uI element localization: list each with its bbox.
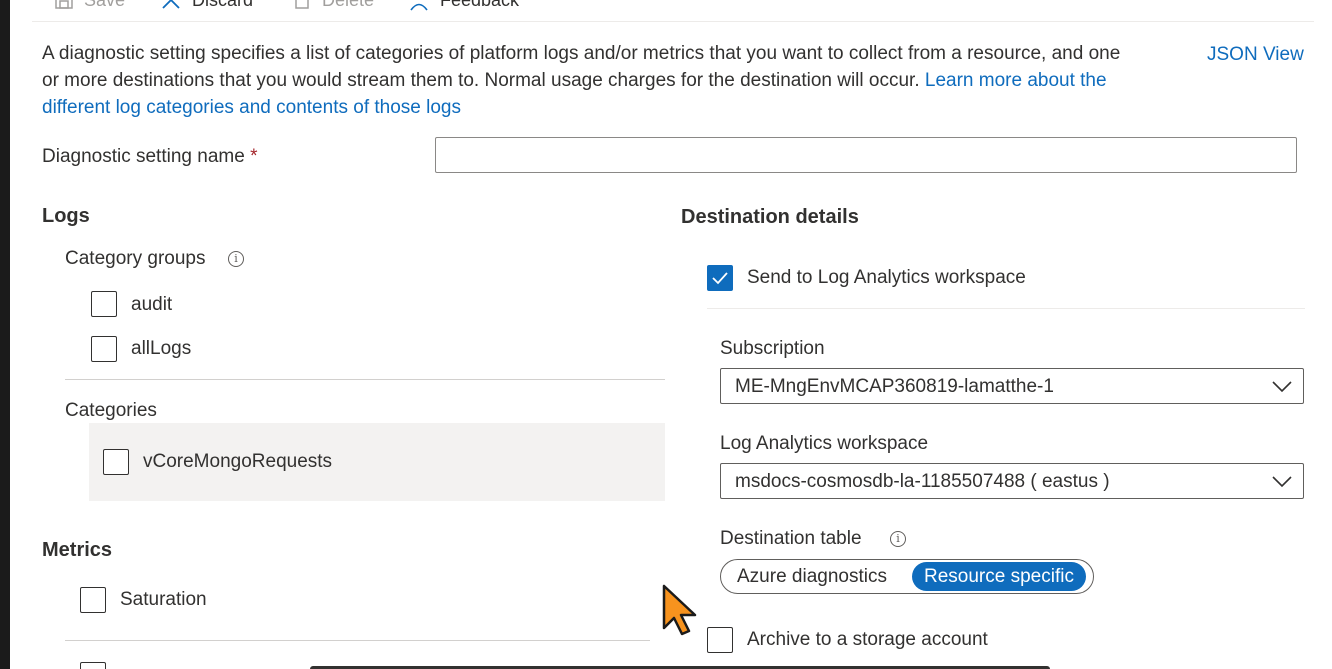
saturation-checkbox[interactable] bbox=[80, 587, 106, 613]
workspace-dropdown[interactable]: msdocs-cosmosdb-la-1185507488 ( eastus ) bbox=[720, 463, 1304, 499]
discard-button[interactable]: Discard bbox=[160, 0, 253, 12]
mouse-cursor-icon bbox=[662, 584, 697, 636]
subscription-label: Subscription bbox=[720, 338, 825, 359]
vcoremongorequests-checkbox[interactable] bbox=[103, 449, 129, 475]
metrics-divider bbox=[65, 640, 650, 641]
logs-divider bbox=[65, 379, 665, 380]
azure-diagnostics-option[interactable]: Azure diagnostics bbox=[725, 562, 899, 591]
setting-name-label-text: Diagnostic setting name bbox=[42, 146, 245, 167]
alllogs-checkbox[interactable] bbox=[91, 336, 117, 362]
log-analytics-label: Send to Log Analytics workspace bbox=[747, 267, 1026, 288]
log-analytics-checkbox[interactable] bbox=[707, 265, 733, 291]
workspace-label: Log Analytics workspace bbox=[720, 433, 929, 454]
subscription-value: ME-MngEnvMCAP360819-lamatthe-1 bbox=[735, 376, 1054, 397]
next-metric-checkbox[interactable] bbox=[80, 662, 106, 669]
required-asterisk: * bbox=[250, 146, 258, 167]
json-view-link[interactable]: JSON View bbox=[1207, 44, 1304, 66]
saturation-label: Saturation bbox=[120, 589, 207, 610]
setting-name-input[interactable] bbox=[435, 137, 1297, 173]
workspace-value: msdocs-cosmosdb-la-1185507488 ( eastus ) bbox=[735, 471, 1110, 492]
logs-heading: Logs bbox=[42, 205, 90, 227]
category-row[interactable]: vCoreMongoRequests bbox=[89, 423, 665, 501]
archive-storage-label: Archive to a storage account bbox=[747, 629, 988, 650]
trash-icon bbox=[295, 0, 309, 9]
save-label: Save bbox=[84, 0, 125, 11]
category-groups-label: Category groups bbox=[65, 248, 206, 269]
subscription-dropdown[interactable]: ME-MngEnvMCAP360819-lamatthe-1 bbox=[720, 368, 1304, 404]
save-icon bbox=[55, 0, 73, 9]
alllogs-label: allLogs bbox=[131, 338, 192, 359]
destination-divider bbox=[707, 308, 1305, 309]
feedback-button[interactable]: Feedback bbox=[408, 0, 519, 12]
vcoremongorequests-label: vCoreMongoRequests bbox=[143, 451, 333, 472]
chevron-down-icon bbox=[1272, 381, 1292, 393]
info-icon[interactable]: i bbox=[228, 251, 244, 267]
diagnostic-setting-pane: Save Discard Delete Feedback A diagnosti… bbox=[10, 0, 1332, 669]
delete-label: Delete bbox=[322, 0, 374, 11]
destination-heading: Destination details bbox=[681, 206, 859, 228]
resource-specific-option[interactable]: Resource specific bbox=[912, 562, 1086, 591]
chevron-down-icon bbox=[1272, 476, 1292, 488]
delete-button[interactable]: Delete bbox=[292, 0, 374, 12]
destination-table-label: Destination table bbox=[720, 528, 862, 549]
archive-storage-checkbox[interactable] bbox=[707, 627, 733, 653]
destination-table-toggle: Azure diagnostics Resource specific bbox=[720, 559, 1094, 594]
toolbar-divider bbox=[32, 21, 1314, 22]
person-feedback-icon bbox=[410, 3, 428, 11]
feedback-label: Feedback bbox=[440, 0, 519, 11]
description-text: A diagnostic setting specifies a list of… bbox=[42, 40, 1142, 121]
audit-checkbox[interactable] bbox=[91, 291, 117, 317]
close-icon bbox=[162, 0, 180, 9]
checkmark-icon bbox=[712, 272, 728, 285]
setting-name-label: Diagnostic setting name * bbox=[42, 146, 257, 168]
audit-label: audit bbox=[131, 294, 173, 315]
save-button[interactable]: Save bbox=[54, 0, 125, 12]
info-icon[interactable]: i bbox=[890, 531, 906, 547]
discard-label: Discard bbox=[192, 0, 253, 11]
metrics-heading: Metrics bbox=[42, 539, 113, 561]
categories-label: Categories bbox=[65, 400, 157, 421]
